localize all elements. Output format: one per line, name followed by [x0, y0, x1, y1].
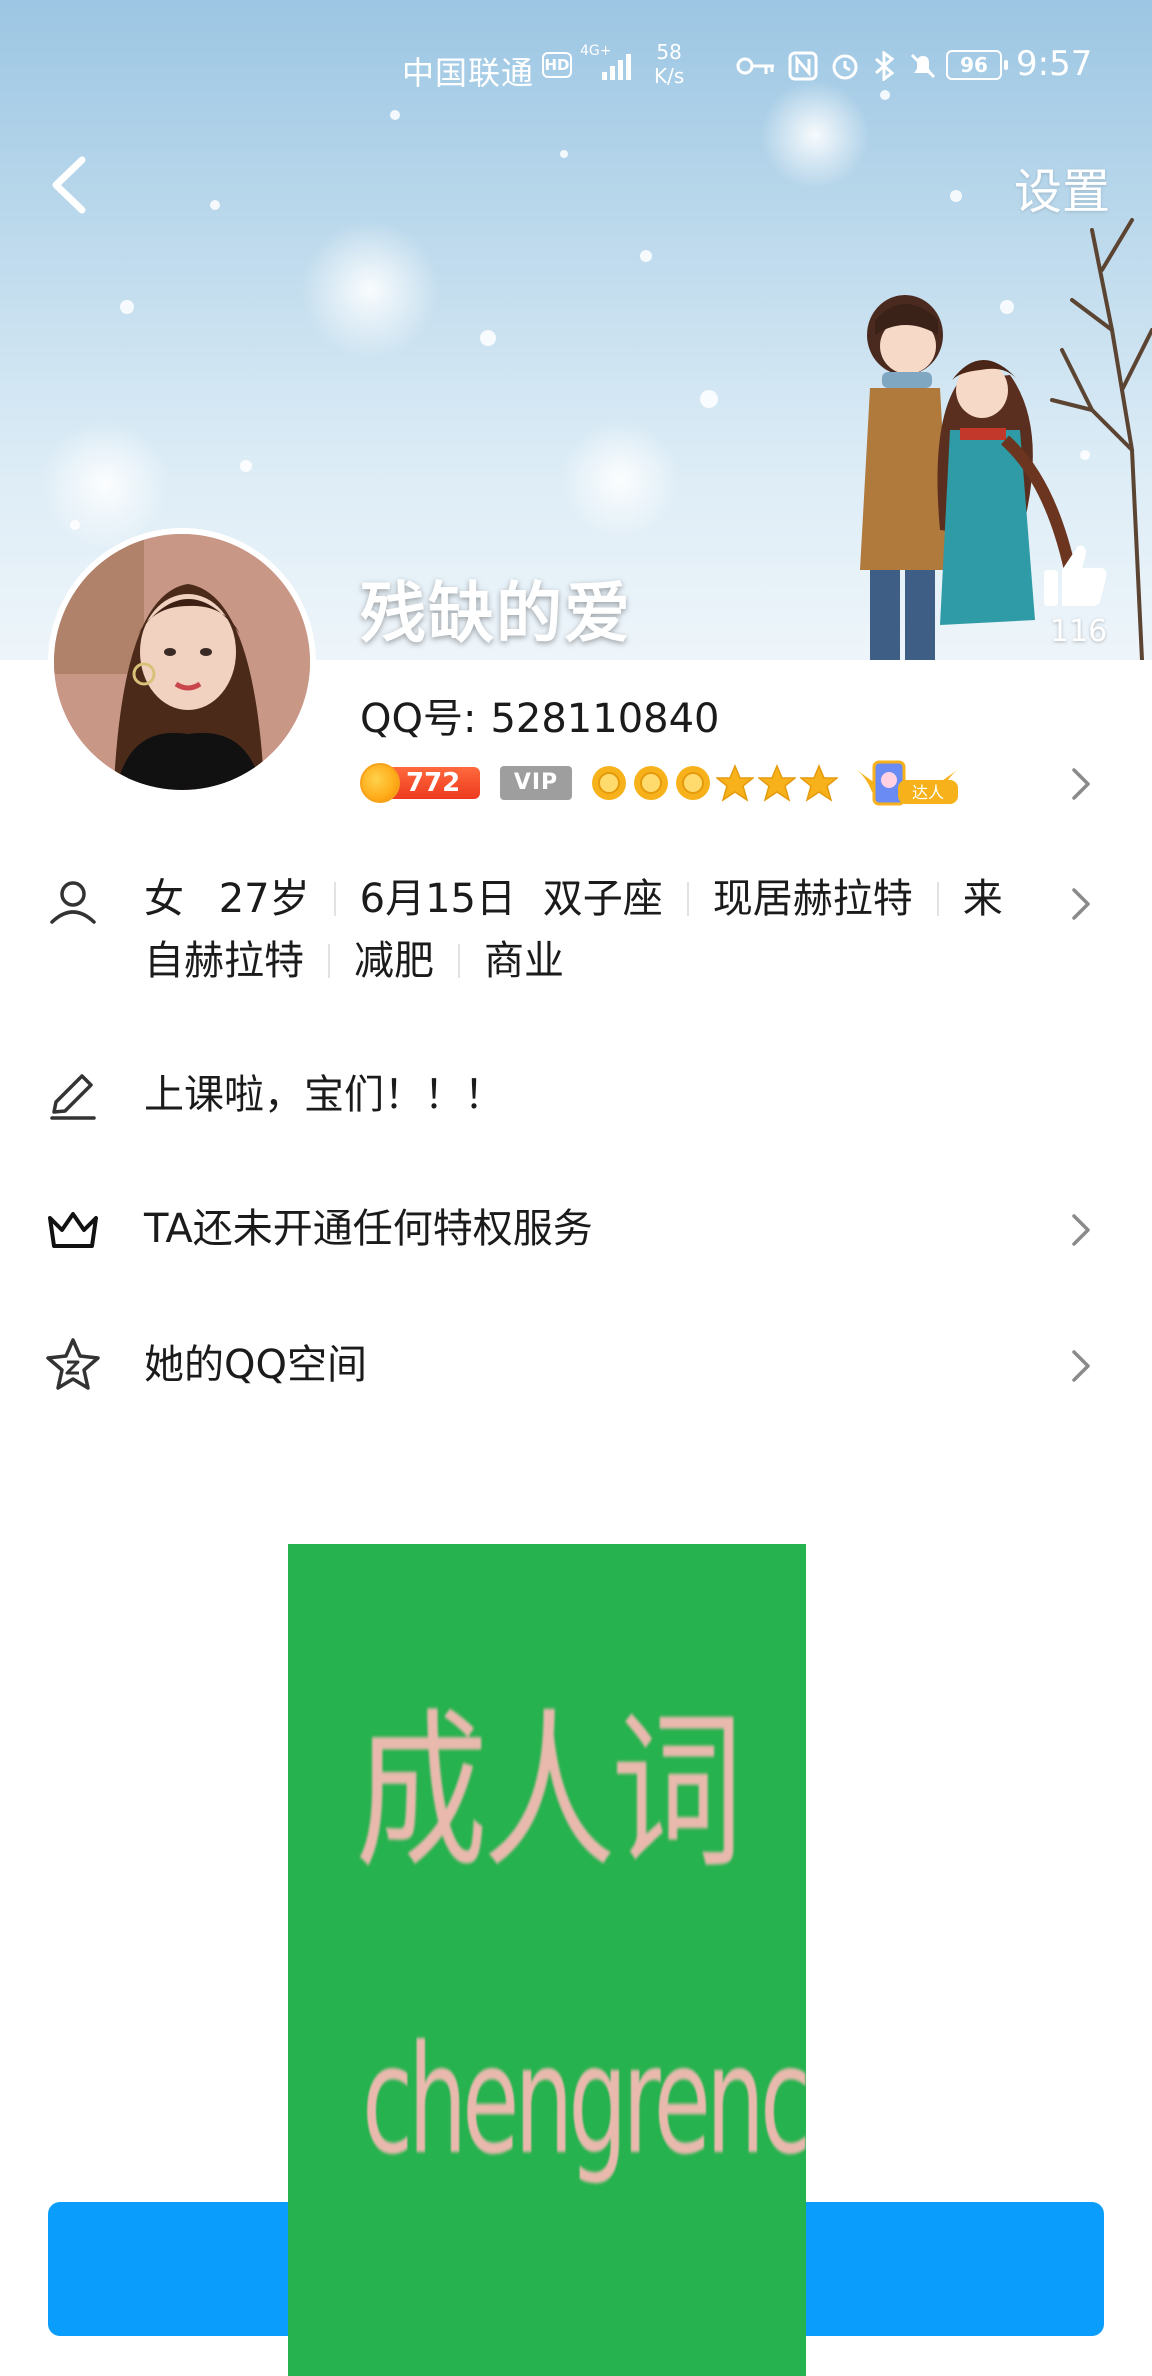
- tag-weight-loss: 减肥: [354, 938, 434, 984]
- age: 27岁: [218, 876, 310, 922]
- hometown-part2: 自赫拉特: [144, 938, 304, 984]
- settings-button[interactable]: 设置: [1014, 152, 1110, 222]
- nickname: 残缺的爱: [360, 575, 632, 652]
- watermark-title: 成人词: [355, 1694, 743, 1892]
- avatar[interactable]: [48, 528, 316, 796]
- status-bar: 中国联通 HD 4G+ 58 K/s 96 9:57: [0, 0, 1152, 130]
- badges-row[interactable]: 772 VIP 达人: [360, 758, 962, 808]
- star-icon: [716, 764, 754, 802]
- birthday: 6月15日: [359, 876, 516, 922]
- chevron-right-icon: [1072, 1214, 1090, 1246]
- qq-number: 528110840: [490, 696, 720, 742]
- qzone-text: 她的QQ空间: [144, 1342, 367, 1388]
- sun-icon: [592, 766, 626, 800]
- tag-business: 商业: [484, 938, 564, 984]
- like-count: 116: [1050, 614, 1108, 649]
- star-icon: [800, 764, 838, 802]
- status-icons: [736, 50, 938, 82]
- vip-badge: VIP: [500, 766, 572, 800]
- clock: 9:57: [1016, 44, 1093, 84]
- profile-details-row[interactable]: 女 27岁 6月15日 双子座 现居赫拉特 来 自赫拉特 减肥 商业: [0, 868, 1152, 998]
- badges-chevron-right-icon[interactable]: [1066, 764, 1096, 804]
- hd-icon: HD: [542, 52, 572, 78]
- level-icons: [590, 764, 838, 802]
- vip-service-text: TA还未开通任何特权服务: [144, 1206, 593, 1252]
- qzone-row[interactable]: 她的QQ空间: [0, 1334, 1152, 1396]
- chevron-right-icon: [1072, 888, 1090, 920]
- gender: 女: [144, 876, 184, 922]
- pencil-icon: [50, 1074, 96, 1120]
- sun-icon: [634, 766, 668, 800]
- qq-number-label: QQ号:: [360, 696, 477, 742]
- qzone-star-icon: [46, 1338, 100, 1390]
- location: 现居赫拉特: [712, 876, 913, 922]
- thumbs-up-icon[interactable]: [1040, 540, 1110, 610]
- sun-icon: [676, 766, 710, 800]
- signature-text: 上课啦，宝们！！！: [144, 1072, 504, 1118]
- battery-icon: 96: [946, 50, 1008, 80]
- bluetooth-icon: [875, 51, 895, 81]
- coin-icon: [360, 763, 400, 803]
- speed-unit: K/s: [654, 64, 685, 88]
- signature-row[interactable]: 上课啦，宝们！！！: [0, 1064, 1152, 1126]
- signal-icon: [602, 54, 631, 80]
- network-speed: 58 K/s: [654, 40, 684, 88]
- vip-service-row[interactable]: TA还未开通任何特权服务: [0, 1198, 1152, 1260]
- coin-badge: 772: [360, 763, 480, 803]
- back-arrow-icon[interactable]: [40, 150, 100, 220]
- carrier-text: 中国联通: [402, 54, 535, 92]
- nfc-icon: [788, 51, 818, 81]
- watermark-url: chengrenci.com: [362, 2014, 806, 2188]
- overlay-watermark: 成人词 chengrenci.com: [288, 1544, 806, 2376]
- qq-number-line: QQ号: 528110840: [360, 686, 720, 744]
- daren-badge: 达人: [854, 760, 960, 806]
- star-icon: [758, 764, 796, 802]
- avatar-photo: [54, 534, 310, 790]
- daren-label: 达人: [912, 783, 944, 802]
- key-icon: [736, 57, 774, 75]
- crown-icon: [48, 1212, 98, 1248]
- profile-details-text: 女 27岁 6月15日 双子座 现居赫拉特 来 自赫拉特 减肥 商业: [144, 868, 1024, 992]
- person-icon: [50, 881, 96, 924]
- zodiac: 双子座: [542, 876, 663, 922]
- alarm-icon: [832, 54, 858, 80]
- chevron-right-icon: [1072, 1350, 1090, 1382]
- profile-page: 中国联通 HD 4G+ 58 K/s 96 9:57 设置 残缺的爱 116 Q…: [0, 0, 1152, 2376]
- speed-value: 58: [656, 40, 682, 64]
- hometown-part1: 来: [962, 876, 1003, 922]
- mute-icon: [910, 53, 936, 79]
